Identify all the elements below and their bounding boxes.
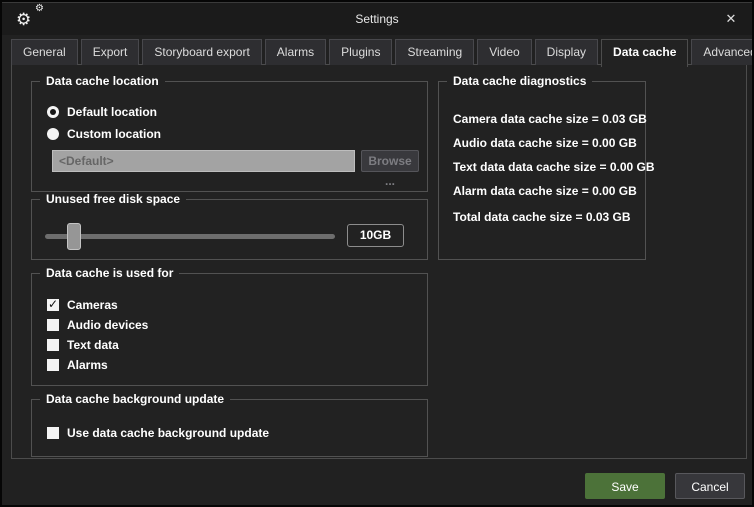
checkbox-icon[interactable] (47, 319, 59, 331)
checkbox-icon[interactable] (47, 339, 59, 351)
tab-general[interactable]: General (11, 39, 78, 65)
group-data-cache-diagnostics: Data cache diagnostics Camera data cache… (438, 81, 646, 260)
checkbox-audio-devices[interactable]: Audio devices (47, 318, 148, 332)
diagnostic-total-cache-size: Total data cache size = 0.03 GB (453, 210, 631, 224)
group-title: Data cache is used for (40, 266, 179, 280)
window-title: Settings (2, 3, 752, 36)
diagnostic-camera-cache-size: Camera data cache size = 0.03 GB (453, 112, 647, 126)
disk-space-slider-track[interactable] (45, 234, 335, 239)
save-button[interactable]: Save (585, 473, 665, 499)
tab-alarms[interactable]: Alarms (265, 39, 326, 65)
radio-default-location[interactable]: Default location (47, 105, 157, 119)
group-unused-free-disk-space: Unused free disk space 10GB (31, 199, 428, 260)
custom-location-path-field[interactable]: <Default> (52, 150, 355, 172)
cancel-button[interactable]: Cancel (675, 473, 745, 499)
settings-tabstrip: General Export Storyboard export Alarms … (11, 39, 743, 65)
tab-display[interactable]: Display (535, 39, 598, 65)
checkbox-icon[interactable] (47, 427, 59, 439)
tab-streaming[interactable]: Streaming (395, 39, 474, 65)
tab-export[interactable]: Export (81, 39, 140, 65)
group-title: Data cache diagnostics (447, 74, 592, 88)
radio-custom-location[interactable]: Custom location (47, 127, 161, 141)
disk-space-slider-thumb[interactable] (67, 223, 81, 250)
group-title: Unused free disk space (40, 192, 186, 206)
group-data-cache-used-for: Data cache is used for Cameras Audio dev… (31, 273, 428, 386)
data-cache-tab-page: Data cache location Default location Cus… (11, 64, 747, 459)
checkbox-alarms[interactable]: Alarms (47, 358, 108, 372)
tab-storyboard-export[interactable]: Storyboard export (142, 39, 261, 65)
tab-data-cache[interactable]: Data cache (601, 39, 688, 67)
radio-icon[interactable] (47, 106, 59, 118)
tab-video[interactable]: Video (477, 39, 531, 65)
settings-dialog: ⚙⚙ Settings ✕ General Export Storyboard … (0, 0, 754, 507)
tab-advanced[interactable]: Advanced (691, 39, 754, 65)
group-data-cache-location: Data cache location Default location Cus… (31, 81, 428, 192)
group-title: Data cache background update (40, 392, 230, 406)
browse-button[interactable]: Browse ... (361, 150, 419, 172)
checkbox-cameras[interactable]: Cameras (47, 298, 118, 312)
tab-plugins[interactable]: Plugins (329, 39, 392, 65)
group-data-cache-background-update: Data cache background update Use data ca… (31, 399, 428, 457)
diagnostic-text-cache-size: Text data data cache size = 0.00 GB (453, 160, 655, 174)
titlebar: ⚙⚙ Settings ✕ (2, 2, 752, 35)
radio-icon[interactable] (47, 128, 59, 140)
checkbox-use-background-update[interactable]: Use data cache background update (47, 426, 269, 440)
diagnostic-alarm-cache-size: Alarm data cache size = 0.00 GB (453, 184, 637, 198)
checkbox-text-data[interactable]: Text data (47, 338, 119, 352)
close-icon[interactable]: ✕ (722, 10, 740, 28)
checkbox-icon[interactable] (47, 359, 59, 371)
disk-space-value: 10GB (347, 224, 404, 247)
diagnostic-audio-cache-size: Audio data cache size = 0.00 GB (453, 136, 637, 150)
checkbox-icon[interactable] (47, 299, 59, 311)
group-title: Data cache location (40, 74, 165, 88)
